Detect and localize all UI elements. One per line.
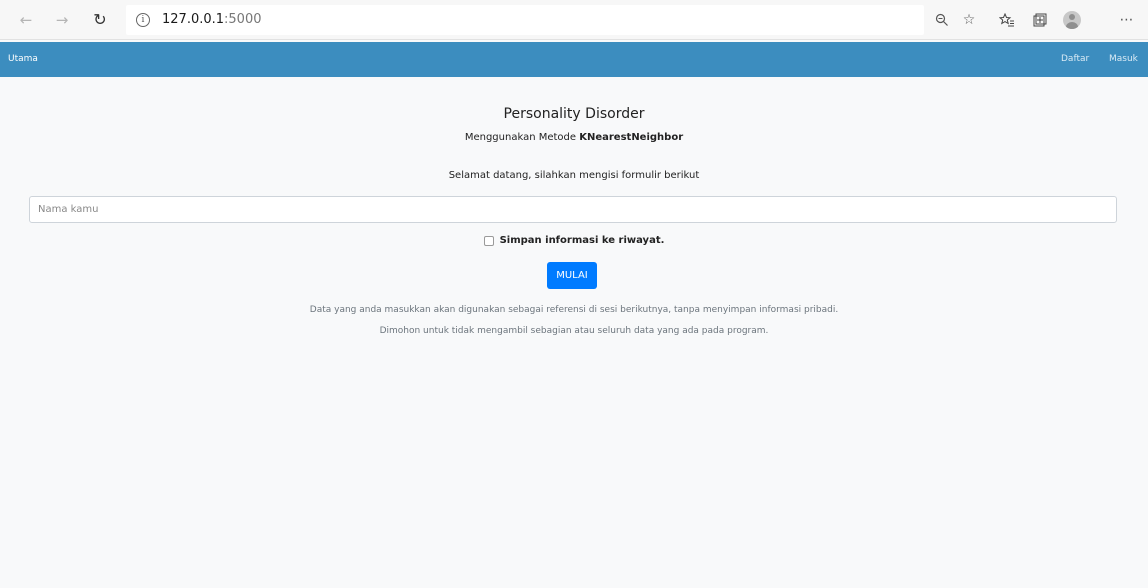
nav-link-masuk[interactable]: Masuk bbox=[1109, 54, 1138, 64]
collections-icon[interactable] bbox=[1027, 7, 1053, 33]
arrow-right-icon[interactable]: → bbox=[48, 6, 76, 34]
star-icon[interactable]: ☆ bbox=[956, 7, 982, 33]
subtitle-prefix: Menggunakan Metode bbox=[464, 132, 580, 143]
welcome-text: Selamat datang, silahkan mengisi formuli… bbox=[448, 170, 700, 181]
address-bar[interactable]: i 127.0.0.1:5000 bbox=[126, 4, 924, 35]
method-name: KNearestNeighbor bbox=[579, 132, 684, 143]
save-history-row[interactable]: Simpan informasi ke riwayat. bbox=[0, 235, 1148, 246]
save-history-checkbox[interactable] bbox=[483, 235, 494, 246]
privacy-note: Data yang anda masukkan akan digunakan s… bbox=[309, 305, 839, 315]
page-title: Personality Disorder bbox=[503, 106, 645, 122]
data-usage-note: Dimohon untuk tidak mengambil sebagian a… bbox=[379, 326, 769, 336]
save-history-label[interactable]: Simpan informasi ke riwayat. bbox=[500, 235, 665, 246]
zoom-icon[interactable] bbox=[929, 7, 955, 33]
favorites-icon[interactable] bbox=[994, 7, 1020, 33]
arrow-left-icon[interactable]: ← bbox=[12, 6, 40, 34]
url-host: 127.0.0.1 bbox=[162, 12, 225, 27]
nav-brand-link[interactable]: Utama bbox=[8, 54, 38, 64]
start-button[interactable]: MULAI bbox=[547, 262, 597, 289]
url-port: :5000 bbox=[224, 12, 262, 27]
reload-icon[interactable]: ↻ bbox=[86, 6, 114, 34]
page-subtitle: Menggunakan Metode KNearestNeighbor bbox=[0, 132, 1148, 143]
profile-icon[interactable] bbox=[1059, 7, 1085, 33]
info-icon[interactable]: i bbox=[136, 12, 150, 27]
browser-toolbar: ← → ↻ i 127.0.0.1:5000 ☆ ⋯ bbox=[0, 0, 1148, 40]
name-input[interactable] bbox=[29, 196, 1117, 223]
nav-link-daftar[interactable]: Daftar bbox=[1061, 54, 1089, 64]
more-icon[interactable]: ⋯ bbox=[1114, 7, 1140, 33]
app-navbar: Utama Daftar Masuk bbox=[0, 42, 1148, 77]
